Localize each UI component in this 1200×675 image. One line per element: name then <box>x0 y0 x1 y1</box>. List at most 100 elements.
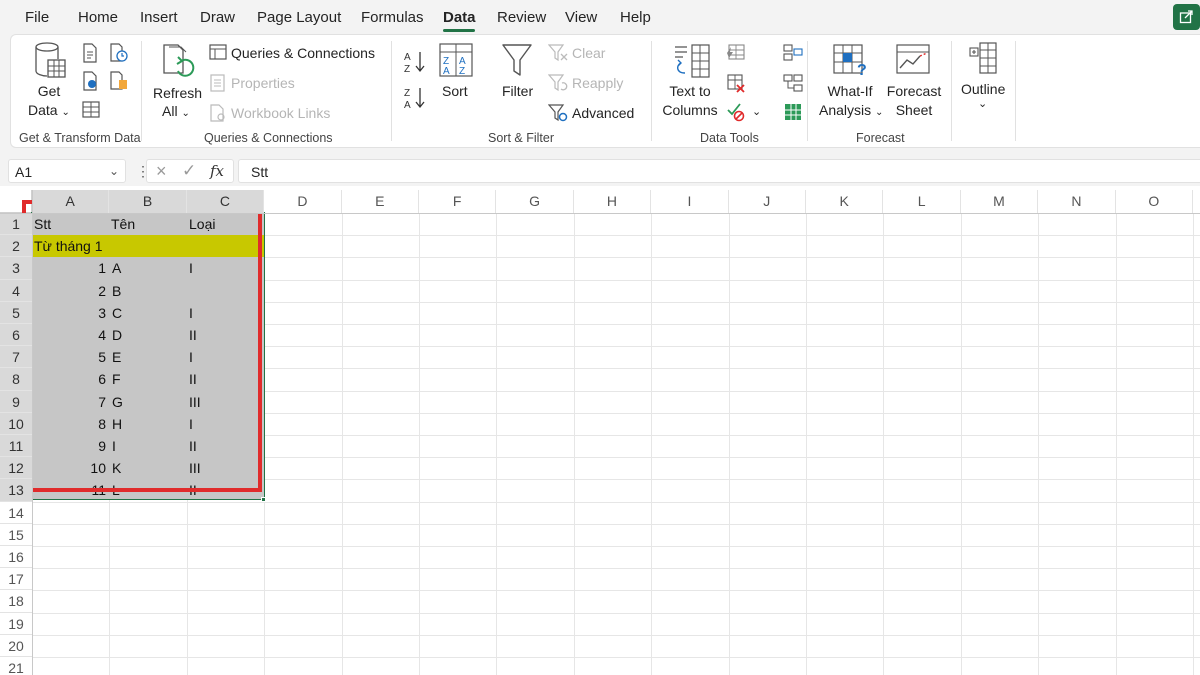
chevron-down-icon: ⌄ <box>61 107 70 118</box>
text-to-columns-label-2[interactable]: Columns <box>660 102 720 118</box>
row-header-12[interactable]: 12 <box>0 457 32 480</box>
sort-z-to-a-icon[interactable]: ZA <box>403 85 427 111</box>
from-web-icon[interactable] <box>81 71 99 91</box>
column-header-F[interactable]: F <box>419 190 497 213</box>
column-header-C[interactable]: C <box>186 190 265 213</box>
row-header-1[interactable]: 1 <box>0 213 32 236</box>
row-header-21[interactable]: 21 <box>0 657 32 675</box>
refresh-all-label-1[interactable]: Refresh <box>153 85 202 101</box>
column-header-A[interactable]: A <box>32 190 110 213</box>
group-forecast-label: Forecast <box>856 131 905 145</box>
column-header-I[interactable]: I <box>651 190 729 213</box>
from-table-icon[interactable] <box>81 99 101 119</box>
row-header-15[interactable]: 15 <box>0 524 32 546</box>
recent-sources-icon[interactable] <box>109 43 129 63</box>
column-header-D[interactable]: D <box>264 190 342 213</box>
share-button[interactable] <box>1173 4 1200 30</box>
advanced-button[interactable]: Advanced <box>572 105 634 121</box>
properties-icon <box>210 74 225 92</box>
flash-fill-icon[interactable] <box>726 43 746 61</box>
forecast-sheet-label-2[interactable]: Sheet <box>885 102 943 118</box>
enter-check-icon[interactable]: ✓ <box>182 161 196 181</box>
reapply-button[interactable]: Reapply <box>572 75 623 91</box>
existing-connections-icon[interactable] <box>109 71 129 91</box>
menu-review[interactable]: Review <box>497 9 546 26</box>
row-header-3[interactable]: 3 <box>0 257 32 280</box>
column-header-G[interactable]: G <box>496 190 574 213</box>
outline-button[interactable]: Outline <box>961 81 1005 97</box>
database-icon <box>35 42 66 78</box>
row-header-18[interactable]: 18 <box>0 590 32 613</box>
name-box[interactable]: A1 ⌄ <box>8 159 126 183</box>
row-header-7[interactable]: 7 <box>0 346 32 369</box>
gridline-vertical <box>1115 213 1117 675</box>
row-header-14[interactable]: 14 <box>0 502 32 524</box>
consolidate-icon[interactable] <box>783 43 803 61</box>
remove-duplicates-icon[interactable] <box>726 73 746 93</box>
menu-view[interactable]: View <box>565 9 597 26</box>
row-header-20[interactable]: 20 <box>0 635 32 657</box>
gridline-vertical <box>883 213 885 675</box>
properties-button[interactable]: Properties <box>231 75 295 91</box>
relationships-icon[interactable] <box>783 73 803 93</box>
row-header-9[interactable]: 9 <box>0 390 32 413</box>
row-header-5[interactable]: 5 <box>0 301 32 324</box>
get-data-button[interactable]: Data ⌄ <box>28 102 70 118</box>
sort-icon: ZAAZ <box>439 43 473 77</box>
column-header-N[interactable]: N <box>1038 190 1116 213</box>
cancel-icon[interactable]: × <box>156 161 167 182</box>
insert-function-icon[interactable]: fx <box>210 162 224 180</box>
menu-insert[interactable]: Insert <box>140 9 178 26</box>
clear-button[interactable]: Clear <box>572 45 605 61</box>
menu-help[interactable]: Help <box>620 9 651 26</box>
column-header-B[interactable]: B <box>109 190 187 213</box>
refresh-all-button[interactable]: All ⌄ <box>162 103 190 119</box>
gridline-vertical <box>496 213 498 675</box>
sort-a-to-z-icon[interactable]: AZ <box>403 49 427 75</box>
what-if-analysis-icon: ? <box>833 44 867 77</box>
chevron-down-icon[interactable]: ⌄ <box>978 97 987 110</box>
data-model-icon[interactable] <box>783 102 803 122</box>
row-header-17[interactable]: 17 <box>0 568 32 591</box>
chevron-down-icon[interactable]: ⌄ <box>752 105 761 118</box>
filter-button[interactable]: Filter <box>502 83 533 99</box>
formula-input[interactable]: Stt <box>238 159 1200 183</box>
column-header-K[interactable]: K <box>806 190 884 213</box>
row-header-11[interactable]: 11 <box>0 435 32 458</box>
menu-home[interactable]: Home <box>78 9 118 26</box>
what-if-label-1[interactable]: What-If <box>823 83 877 99</box>
row-header-2[interactable]: 2 <box>0 235 32 258</box>
queries-connections-button[interactable]: Queries & Connections <box>231 45 375 61</box>
text-to-columns-icon <box>675 44 710 78</box>
text-to-columns-label-1[interactable]: Text to <box>667 83 713 99</box>
workbook-links-icon <box>210 104 225 122</box>
row-header-6[interactable]: 6 <box>0 324 32 347</box>
row-header-8[interactable]: 8 <box>0 368 32 391</box>
menu-draw[interactable]: Draw <box>200 9 235 26</box>
menu-page-layout[interactable]: Page Layout <box>257 9 341 26</box>
column-header-L[interactable]: L <box>883 190 961 213</box>
row-header-4[interactable]: 4 <box>0 279 32 302</box>
column-header-J[interactable]: J <box>729 190 806 213</box>
column-header-E[interactable]: E <box>342 190 419 213</box>
forecast-sheet-label-1[interactable]: Forecast <box>885 83 943 99</box>
menu-formulas[interactable]: Formulas <box>361 9 424 26</box>
row-header-16[interactable]: 16 <box>0 546 32 569</box>
fill-handle[interactable] <box>261 497 266 502</box>
row-header-10[interactable]: 10 <box>0 412 32 435</box>
get-data-label-1[interactable]: Get <box>35 83 63 99</box>
row-header-13[interactable]: 13 <box>0 479 32 502</box>
row-header-19[interactable]: 19 <box>0 613 32 635</box>
from-text-icon[interactable] <box>81 43 99 63</box>
column-header-O[interactable]: O <box>1116 190 1193 213</box>
what-if-analysis-button[interactable]: Analysis ⌄ <box>819 102 883 118</box>
data-validation-icon[interactable] <box>726 102 748 122</box>
chevron-down-icon[interactable]: ⌄ <box>109 164 119 178</box>
sort-button[interactable]: Sort <box>442 83 468 99</box>
worksheet-grid[interactable]: Stt Tên Loại Từ tháng 1 1 A I 2 B 3 C I 4 D II 5 E I 6… <box>0 190 1200 675</box>
menu-file[interactable]: File <box>25 9 49 26</box>
column-header-H[interactable]: H <box>574 190 652 213</box>
workbook-links-button[interactable]: Workbook Links <box>231 105 330 121</box>
menu-data[interactable]: Data <box>443 9 476 26</box>
column-header-M[interactable]: M <box>961 190 1039 213</box>
